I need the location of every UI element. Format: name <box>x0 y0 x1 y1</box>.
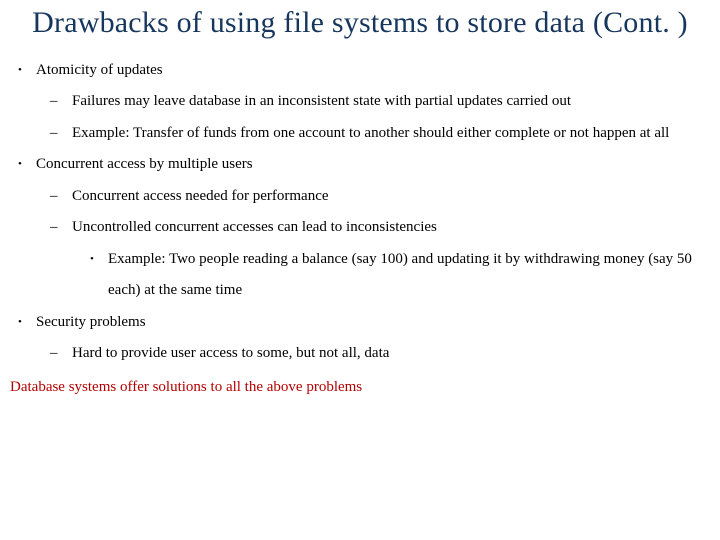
bullet-text: Atomicity of updates <box>36 62 163 78</box>
subbullet-text: Concurrent access needed for performance <box>72 188 329 204</box>
conclusion-text: Database systems offer solutions to all … <box>10 372 710 404</box>
subbullet-text: Example: Transfer of funds from one acco… <box>72 125 669 141</box>
subbullet: Concurrent access needed for performance <box>72 181 710 213</box>
slide-title: Drawbacks of using file systems to store… <box>10 6 710 41</box>
bullet-concurrent: Concurrent access by multiple users Conc… <box>36 149 710 307</box>
subbullet: Failures may leave database in an incons… <box>72 86 710 118</box>
subbullet-text: Uncontrolled concurrent accesses can lea… <box>72 219 437 235</box>
bullet-text: Security problems <box>36 314 146 330</box>
subbullet-text: Hard to provide user access to some, but… <box>72 345 389 361</box>
slide-body: Atomicity of updates Failures may leave … <box>10 55 710 404</box>
subbullet: Uncontrolled concurrent accesses can lea… <box>72 212 710 307</box>
subsubbullet-text: Example: Two people reading a balance (s… <box>108 251 692 299</box>
subbullet: Hard to provide user access to some, but… <box>72 338 710 370</box>
bullet-atomicity: Atomicity of updates Failures may leave … <box>36 55 710 150</box>
subbullet: Example: Transfer of funds from one acco… <box>72 118 710 150</box>
subbullet-text: Failures may leave database in an incons… <box>72 93 571 109</box>
bullet-text: Concurrent access by multiple users <box>36 156 253 172</box>
subsubbullet: Example: Two people reading a balance (s… <box>108 244 710 307</box>
bullet-security: Security problems Hard to provide user a… <box>36 307 710 370</box>
